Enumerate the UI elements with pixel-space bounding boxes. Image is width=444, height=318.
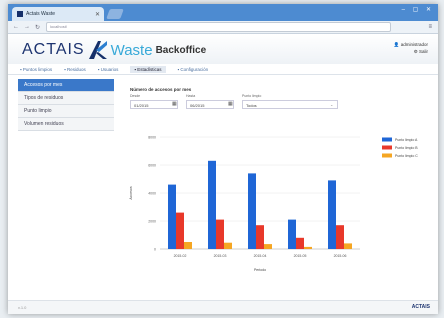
bar bbox=[248, 173, 256, 249]
user-name[interactable]: 👤 administrador bbox=[394, 41, 428, 48]
logo-backoffice-text: Backoffice bbox=[155, 44, 207, 56]
y-tick-label: 2000 bbox=[148, 220, 156, 224]
nav-label: Configuración bbox=[180, 66, 209, 72]
panel-title: Número de accesos por mes bbox=[130, 87, 192, 92]
logo-actais-text: ACTAIS bbox=[22, 41, 85, 58]
window-controls[interactable]: – ▢ ✕ bbox=[402, 6, 434, 13]
close-tab-icon[interactable]: ✕ bbox=[95, 11, 100, 18]
app-logo[interactable]: ACTAIS Waste Backoffice bbox=[22, 40, 206, 60]
y-tick-label: 4000 bbox=[148, 192, 156, 196]
bar bbox=[224, 242, 232, 249]
nav-puntos-limpios[interactable]: ▪ Puntos limpios bbox=[20, 67, 52, 72]
sidebar-item-tipos-residuos[interactable]: Tipos de residuos bbox=[18, 92, 114, 105]
bar bbox=[208, 160, 216, 249]
x-tick-label: 2015-03 bbox=[214, 254, 227, 258]
nav-estadisticas[interactable]: ▪ Estadísticas bbox=[130, 65, 166, 73]
main-panel: Número de accesos por mes Desde 01/2015 … bbox=[120, 79, 432, 294]
top-navigation: ▪ Puntos limpios ▪ Residuos ▪ Usuarios ▪… bbox=[8, 64, 438, 75]
bar bbox=[216, 219, 224, 249]
from-date-input[interactable]: 01/2015 bbox=[130, 100, 178, 109]
bar bbox=[176, 212, 184, 249]
back-icon[interactable]: ← bbox=[13, 24, 19, 30]
logo-waste-text: Waste bbox=[110, 41, 153, 59]
nav-configuracion[interactable]: ▪ Configuración bbox=[178, 67, 209, 72]
forward-icon[interactable]: → bbox=[24, 24, 30, 30]
address-bar: ← → ↻ localhost/ ≡ bbox=[8, 21, 438, 34]
sidebar-item-punto-limpio[interactable]: Punto limpio bbox=[18, 105, 114, 118]
legend-swatch bbox=[382, 137, 392, 142]
nav-label: Puntos limpios bbox=[22, 66, 53, 72]
sidebar-item-accesos[interactable]: Accesos por mes bbox=[18, 79, 114, 92]
x-axis-title: Periodo bbox=[254, 268, 266, 272]
bar bbox=[344, 243, 352, 249]
menu-icon[interactable]: ≡ bbox=[428, 24, 432, 30]
bar bbox=[168, 184, 176, 249]
legend-swatch bbox=[382, 153, 392, 158]
logout-label: Salir bbox=[418, 49, 428, 54]
chevron-down-icon: ⌄ bbox=[330, 102, 334, 107]
from-label: Desde bbox=[130, 94, 141, 98]
bar bbox=[304, 246, 312, 249]
y-tick-label: 6000 bbox=[148, 164, 156, 168]
legend-swatch bbox=[382, 145, 392, 150]
url-input[interactable]: localhost/ bbox=[46, 22, 392, 32]
logo-mark-icon bbox=[88, 41, 107, 59]
nav-label: Residuos bbox=[66, 66, 86, 72]
user-menu: 👤 administrador ⚙ Salir bbox=[394, 41, 428, 55]
nav-label: Estadísticas bbox=[137, 66, 162, 72]
bar bbox=[264, 244, 272, 249]
favicon-icon bbox=[17, 11, 23, 17]
sidebar-item-volumen[interactable]: Volumen residuos bbox=[18, 118, 114, 131]
new-tab-button[interactable] bbox=[106, 9, 124, 19]
reload-icon[interactable]: ↻ bbox=[35, 24, 40, 31]
bar bbox=[328, 180, 336, 249]
legend-label: Punto limpio C bbox=[395, 154, 418, 158]
point-label: Punto limpio bbox=[242, 94, 262, 98]
footer-version: v.1.0 bbox=[18, 305, 27, 310]
sidebar: Accesos por mes Tipos de residuos Punto … bbox=[18, 79, 114, 289]
footer-logo: ACTAIS bbox=[411, 304, 430, 310]
to-date-input[interactable]: 06/2015 bbox=[186, 100, 234, 109]
y-tick-label: 8000 bbox=[148, 136, 156, 140]
browser-window: Actais Waste ✕ – ▢ ✕ ← → ↻ localhost/ ≡ … bbox=[8, 4, 438, 314]
y-axis-title: Accesos bbox=[129, 186, 133, 199]
x-tick-label: 2015-02 bbox=[174, 254, 187, 258]
bar bbox=[256, 225, 264, 249]
browser-titlebar: Actais Waste ✕ – ▢ ✕ bbox=[8, 4, 438, 21]
to-label: Hasta bbox=[186, 94, 196, 98]
calendar-icon[interactable]: ▦ bbox=[172, 101, 177, 107]
bar-chart: 0 2000 4000 6000 8000 Accesos 2015-02 2015-03 20… bbox=[129, 136, 418, 273]
y-tick-label: 0 bbox=[154, 248, 156, 252]
bar bbox=[336, 225, 344, 249]
legend-label: Punto limpio B bbox=[395, 146, 418, 150]
legend-label: Punto limpio A bbox=[395, 138, 418, 142]
calendar-icon[interactable]: ▦ bbox=[228, 101, 233, 107]
point-select[interactable]: Todos bbox=[242, 100, 338, 109]
logout-link[interactable]: ⚙ Salir bbox=[394, 48, 428, 55]
nav-label: Usuarios bbox=[100, 66, 119, 72]
bar bbox=[288, 219, 296, 249]
x-tick-label: 2015-06 bbox=[334, 254, 347, 258]
x-tick-label: 2015-05 bbox=[294, 254, 307, 258]
user-name-label: administrador bbox=[400, 42, 428, 47]
app-header: ACTAIS Waste Backoffice 👤 administrador … bbox=[8, 34, 438, 64]
bar bbox=[296, 237, 304, 249]
nav-residuos[interactable]: ▪ Residuos bbox=[64, 67, 86, 72]
tab-title: Actais Waste bbox=[26, 11, 55, 17]
status-bar: v.1.0 ACTAIS bbox=[8, 300, 438, 314]
browser-tab[interactable]: Actais Waste ✕ bbox=[12, 7, 104, 21]
x-tick-label: 2015-04 bbox=[254, 254, 267, 258]
bar bbox=[184, 242, 192, 249]
nav-usuarios[interactable]: ▪ Usuarios bbox=[98, 67, 119, 72]
